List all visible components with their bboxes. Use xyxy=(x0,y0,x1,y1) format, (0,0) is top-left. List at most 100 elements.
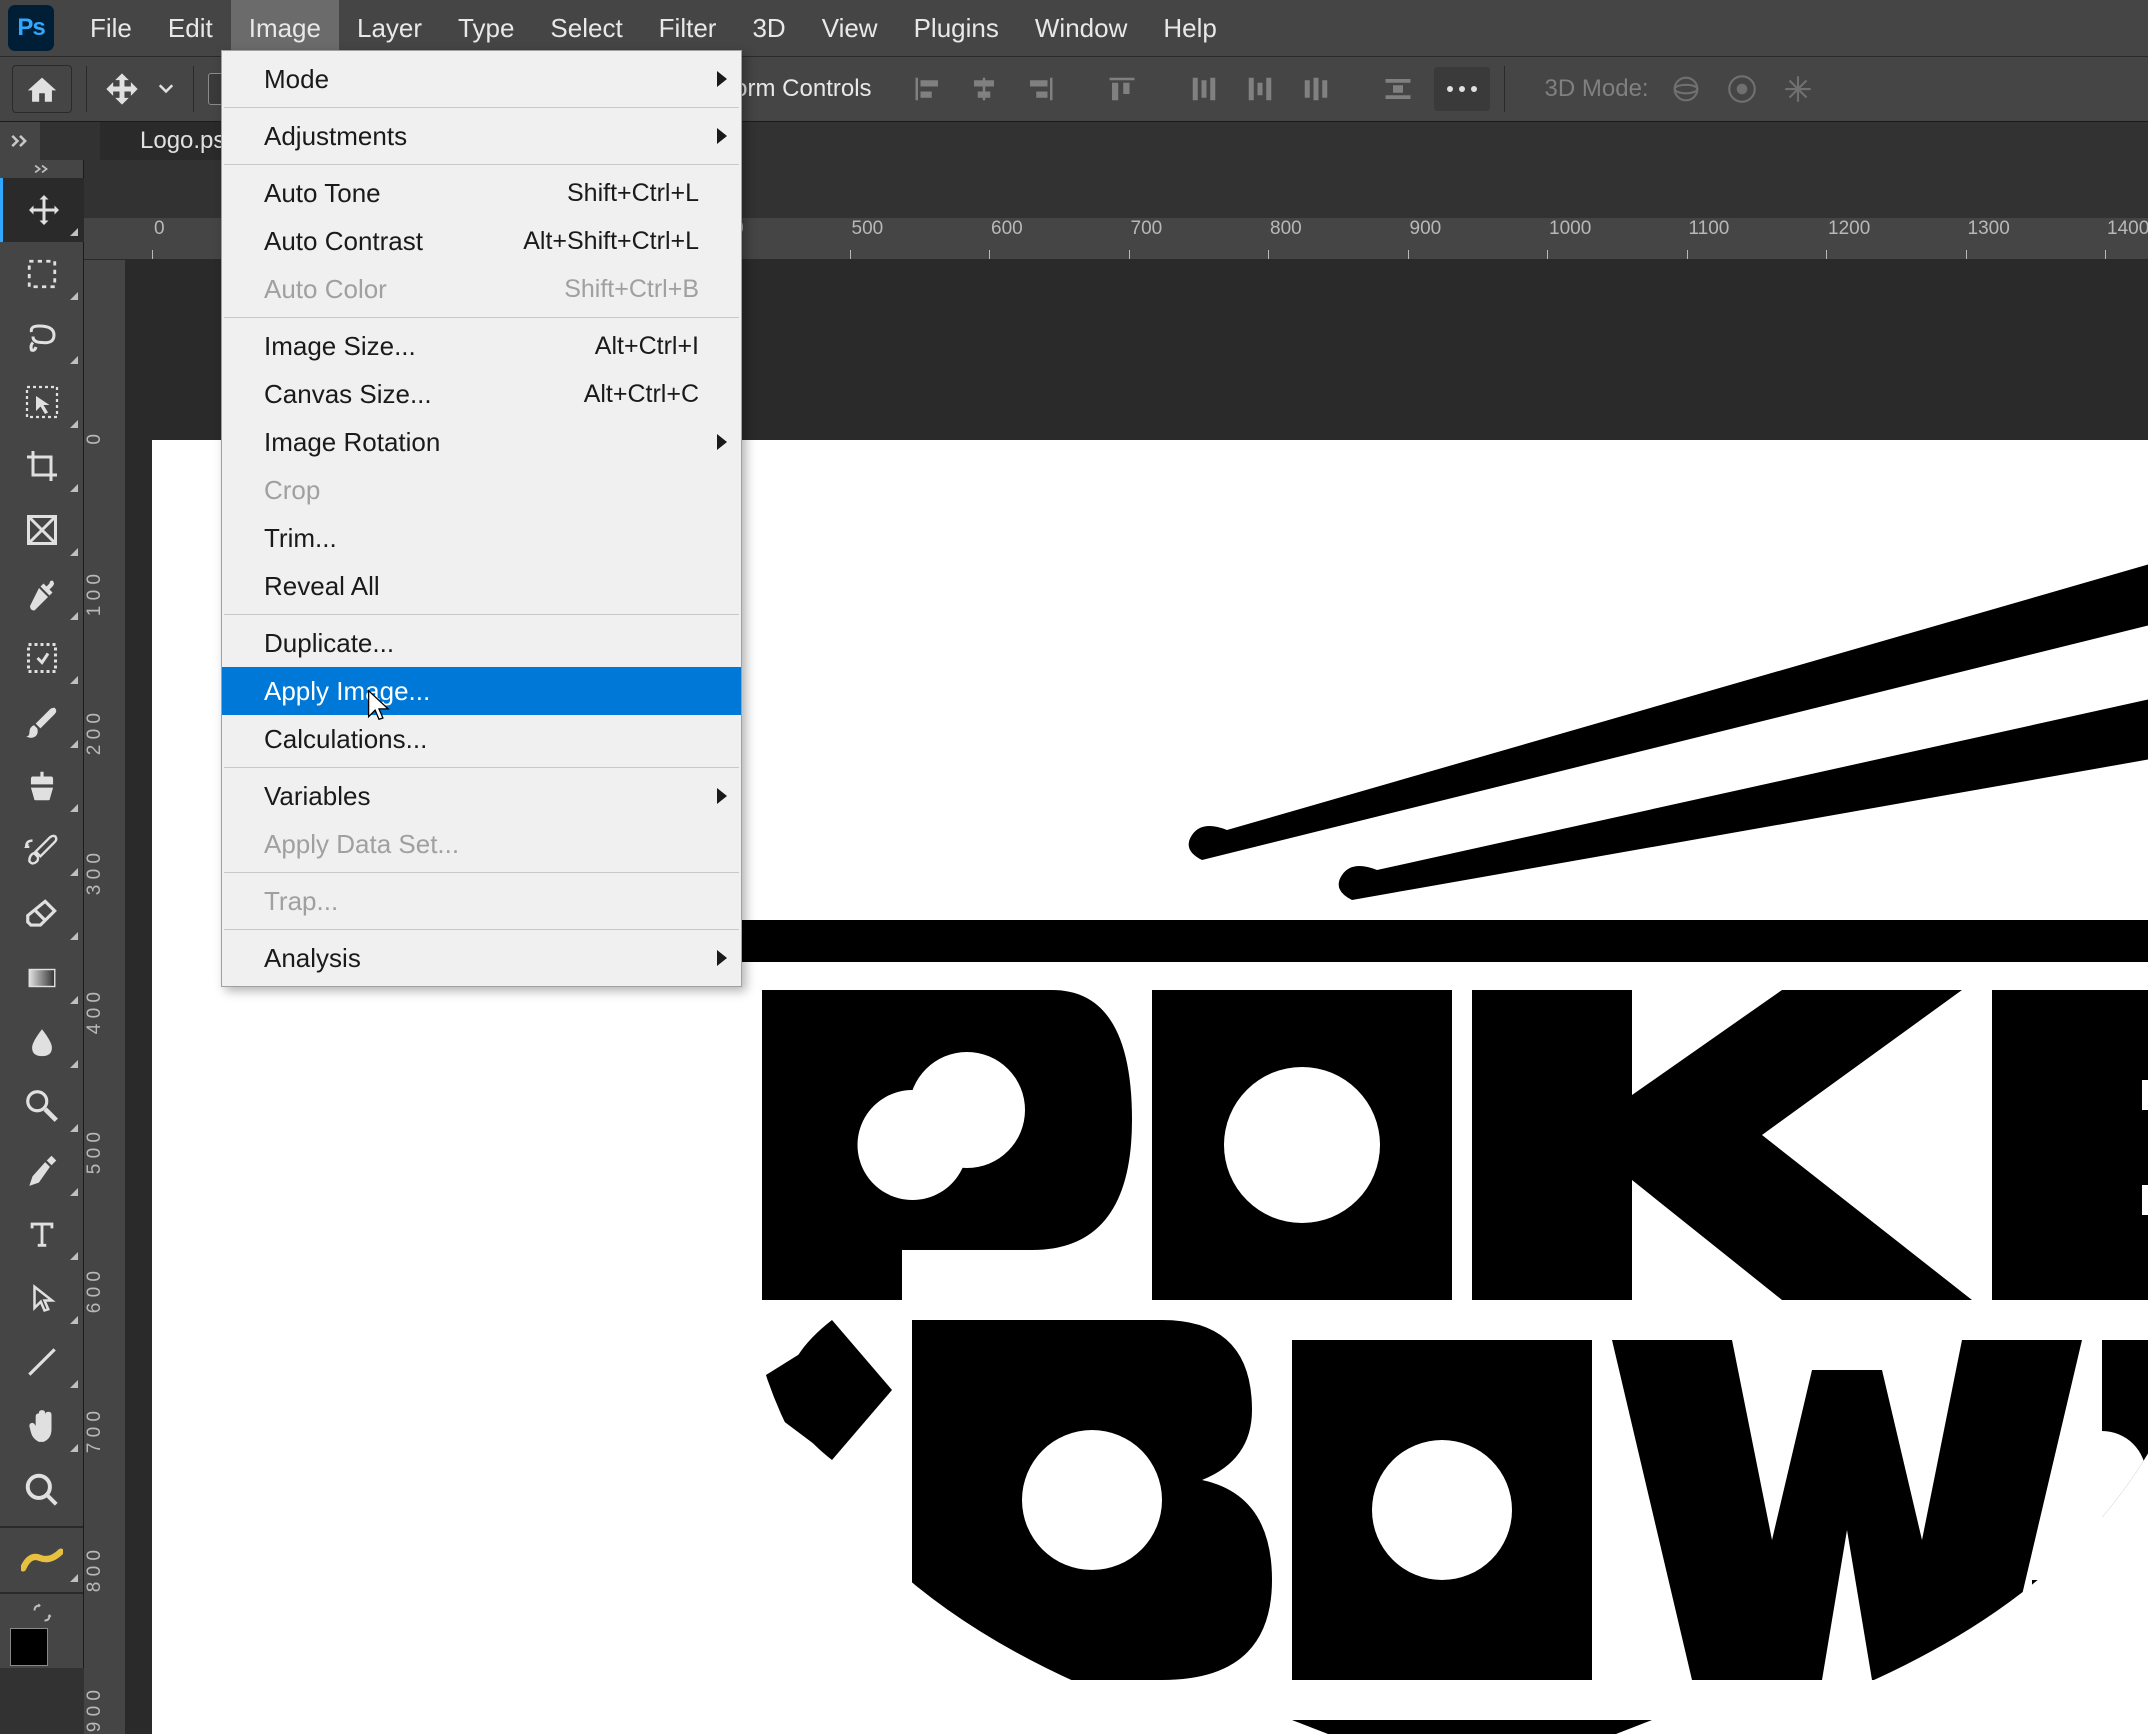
pen-tool[interactable] xyxy=(0,1138,84,1202)
menu-type[interactable]: Type xyxy=(440,0,532,56)
menu-item-duplicate[interactable]: Duplicate... xyxy=(222,619,741,667)
ruler-tick: 800 xyxy=(1268,218,1302,260)
move-tool[interactable] xyxy=(0,178,84,242)
separator xyxy=(86,66,87,112)
menu-window[interactable]: Window xyxy=(1017,0,1145,56)
zoom-tool[interactable] xyxy=(0,1458,84,1522)
menu-item-label: Mode xyxy=(264,64,329,95)
align-right-icon[interactable] xyxy=(1014,67,1066,111)
menu-item-reveal-all[interactable]: Reveal All xyxy=(222,562,741,610)
menu-item-calculations[interactable]: Calculations... xyxy=(222,715,741,763)
menu-edit[interactable]: Edit xyxy=(150,0,231,56)
menu-file[interactable]: File xyxy=(72,0,150,56)
ruler-tick: 4 0 0 xyxy=(84,990,126,1034)
object-selection-tool[interactable] xyxy=(0,370,84,434)
blur-tool[interactable] xyxy=(0,1010,84,1074)
distribute-center-v-icon[interactable] xyxy=(1234,67,1286,111)
menu-item-auto-tone[interactable]: Auto ToneShift+Ctrl+L xyxy=(222,169,741,217)
align-left-icon[interactable] xyxy=(902,67,954,111)
menu-item-canvas-size[interactable]: Canvas Size...Alt+Ctrl+C xyxy=(222,370,741,418)
menu-item-shortcut: Shift+Ctrl+B xyxy=(564,275,699,304)
tools-panel xyxy=(0,160,84,1668)
hand-tool[interactable] xyxy=(0,1394,84,1458)
history-brush-tool[interactable] xyxy=(0,818,84,882)
menu-help[interactable]: Help xyxy=(1145,0,1234,56)
menu-select[interactable]: Select xyxy=(532,0,640,56)
dolly-icon[interactable] xyxy=(1777,68,1819,110)
menu-item-label: Image Size... xyxy=(264,331,416,362)
ruler-tick: 1300 xyxy=(1966,218,2010,260)
path-selection-tool[interactable] xyxy=(0,1266,84,1330)
type-tool[interactable] xyxy=(0,1202,84,1266)
menu-item-mode[interactable]: Mode xyxy=(222,55,741,103)
ruler-tick: 8 0 0 xyxy=(84,1548,126,1592)
menu-filter[interactable]: Filter xyxy=(641,0,735,56)
edit-toolbar-icon[interactable] xyxy=(0,1532,84,1588)
menu-item-apply-image[interactable]: Apply Image... xyxy=(222,667,741,715)
menu-separator xyxy=(224,164,739,165)
home-button[interactable] xyxy=(12,65,72,113)
menu-item-image-size[interactable]: Image Size...Alt+Ctrl+I xyxy=(222,322,741,370)
tool-preset-chevron-icon[interactable] xyxy=(153,84,179,94)
crop-tool[interactable] xyxy=(0,434,84,498)
line-tool[interactable] xyxy=(0,1330,84,1394)
menu-view[interactable]: View xyxy=(804,0,896,56)
expand-panels-icon[interactable] xyxy=(0,122,40,160)
menu-item-trim[interactable]: Trim... xyxy=(222,514,741,562)
menu-item-trap: Trap... xyxy=(222,877,741,925)
align-top-icon[interactable] xyxy=(1096,67,1148,111)
align-group-1 xyxy=(902,67,1066,111)
ruler-tick: 5 0 0 xyxy=(84,1130,126,1174)
align-group-2 xyxy=(1096,67,1148,111)
foreground-color[interactable] xyxy=(10,1628,48,1666)
eraser-tool[interactable] xyxy=(0,882,84,946)
brush-tool[interactable] xyxy=(0,690,84,754)
vertical-ruler[interactable]: 01 0 02 0 03 0 04 0 05 0 06 0 07 0 08 0 … xyxy=(84,260,126,1734)
align-center-h-icon[interactable] xyxy=(958,67,1010,111)
more-options-button[interactable] xyxy=(1434,67,1490,111)
lasso-tool[interactable] xyxy=(0,306,84,370)
menu-item-label: Calculations... xyxy=(264,724,427,755)
frame-tool[interactable] xyxy=(0,498,84,562)
swap-colors-icon[interactable] xyxy=(0,1598,84,1628)
app-icon[interactable]: Ps xyxy=(8,5,54,51)
menu-3d[interactable]: 3D xyxy=(734,0,803,56)
gradient-tool[interactable] xyxy=(0,946,84,1010)
move-tool-icon[interactable] xyxy=(101,68,143,110)
distribute-group-2 xyxy=(1372,67,1424,111)
menu-item-analysis[interactable]: Analysis xyxy=(222,934,741,982)
distribute-bottom-icon[interactable] xyxy=(1290,67,1342,111)
toolbar-expand-icon[interactable] xyxy=(0,160,84,178)
dodge-tool[interactable] xyxy=(0,1074,84,1138)
menu-item-label: Apply Data Set... xyxy=(264,829,459,860)
ruler-tick: 600 xyxy=(989,218,1023,260)
healing-brush-tool[interactable] xyxy=(0,626,84,690)
ruler-tick: 2 0 0 xyxy=(84,711,126,755)
marquee-tool[interactable] xyxy=(0,242,84,306)
distribute-top-icon[interactable] xyxy=(1178,67,1230,111)
clone-stamp-tool[interactable] xyxy=(0,754,84,818)
logo-chopsticks xyxy=(1172,480,2148,900)
distribute-h-icon[interactable] xyxy=(1372,67,1424,111)
eyedropper-tool[interactable] xyxy=(0,562,84,626)
ruler-tick: 0 xyxy=(152,218,165,260)
menu-image[interactable]: Image xyxy=(231,0,339,56)
pan-icon[interactable] xyxy=(1721,68,1763,110)
menu-item-auto-contrast[interactable]: Auto ContrastAlt+Shift+Ctrl+L xyxy=(222,217,741,265)
menu-item-label: Image Rotation xyxy=(264,427,440,458)
ruler-tick: 1400 xyxy=(2105,218,2148,260)
menu-item-shortcut: Alt+Shift+Ctrl+L xyxy=(523,227,699,256)
menu-plugins[interactable]: Plugins xyxy=(896,0,1017,56)
submenu-arrow-icon xyxy=(717,788,727,804)
menu-layer[interactable]: Layer xyxy=(339,0,440,56)
menu-item-label: Duplicate... xyxy=(264,628,394,659)
menu-separator xyxy=(224,107,739,108)
menu-separator xyxy=(224,317,739,318)
color-swatches[interactable] xyxy=(0,1628,84,1668)
menu-item-image-rotation[interactable]: Image Rotation xyxy=(222,418,741,466)
menu-item-label: Analysis xyxy=(264,943,361,974)
submenu-arrow-icon xyxy=(717,950,727,966)
menu-item-adjustments[interactable]: Adjustments xyxy=(222,112,741,160)
menu-item-variables[interactable]: Variables xyxy=(222,772,741,820)
orbit-icon[interactable] xyxy=(1665,68,1707,110)
